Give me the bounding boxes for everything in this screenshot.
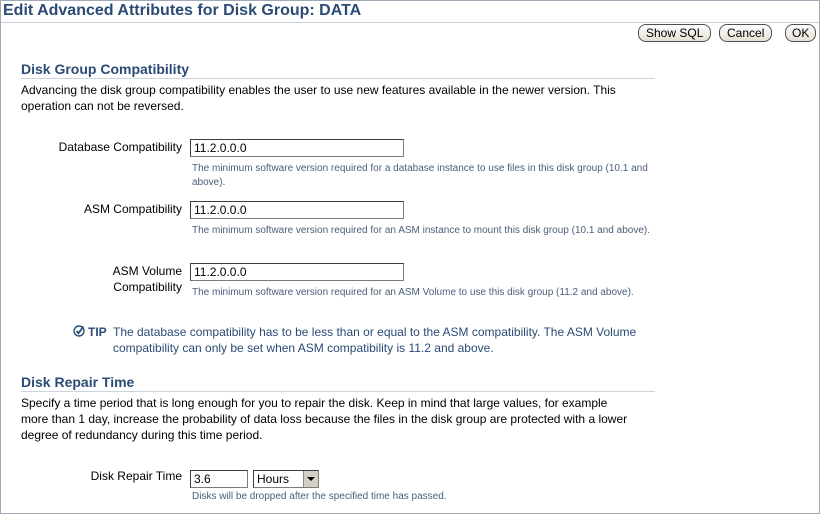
compatibility-section-title: Disk Group Compatibility xyxy=(21,61,190,77)
asm-compatibility-label: ASM Compatibility xyxy=(83,202,182,216)
tip-label: TIP xyxy=(88,325,107,339)
database-compatibility-label: Database Compatibility xyxy=(58,140,182,154)
asm-compatibility-hint: The minimum software version required fo… xyxy=(192,225,651,236)
disk-repair-time-label: Disk Repair Time xyxy=(90,469,182,483)
page-title: Edit Advanced Attributes for Disk Group:… xyxy=(3,2,362,19)
asm-volume-compatibility-hint: The minimum software version required fo… xyxy=(192,287,634,298)
checkmark-icon xyxy=(73,324,85,338)
compatibility-description: Advancing the disk group compatibility e… xyxy=(21,83,616,113)
database-compatibility-input[interactable] xyxy=(190,139,404,157)
asm-volume-compatibility-input[interactable] xyxy=(190,263,404,281)
tip-text: The database compatibility has to be les… xyxy=(113,325,637,355)
compatibility-section-divider xyxy=(21,78,655,79)
repair-unit-value: Hours xyxy=(257,472,290,486)
repair-section-divider xyxy=(21,391,655,392)
asm-volume-label-line1: ASM Volume xyxy=(112,264,182,278)
repair-description: Specify a time period that is long enoug… xyxy=(21,396,628,442)
title-divider xyxy=(1,22,819,23)
asm-volume-compatibility-label: ASM Volume Compatibility xyxy=(30,263,182,295)
show-sql-button[interactable]: Show SQL xyxy=(638,24,712,42)
disk-repair-time-input[interactable] xyxy=(190,470,248,488)
repair-unit-select[interactable]: Hours xyxy=(253,470,319,488)
asm-volume-label-line2: Compatibility xyxy=(113,280,182,294)
database-compatibility-hint: The minimum software version required fo… xyxy=(192,163,648,188)
disk-repair-time-hint: Disks will be dropped after the specifie… xyxy=(192,491,447,502)
ok-button[interactable]: OK xyxy=(785,24,817,42)
chevron-down-icon[interactable] xyxy=(303,471,318,487)
cancel-button[interactable]: Cancel xyxy=(719,24,773,42)
asm-compatibility-input[interactable] xyxy=(190,201,404,219)
repair-section-title: Disk Repair Time xyxy=(21,374,135,390)
